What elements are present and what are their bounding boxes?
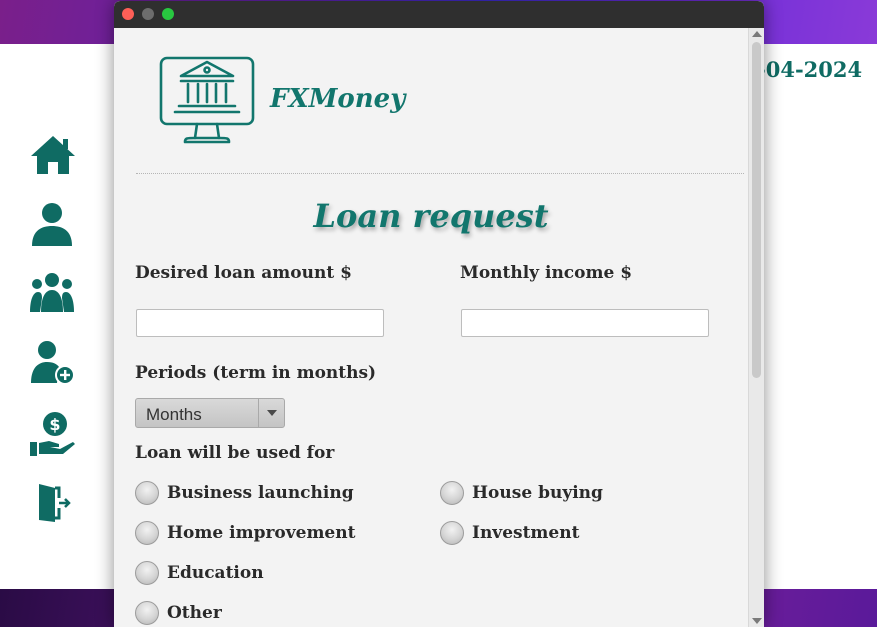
period-label: Periods (term in months) bbox=[135, 363, 377, 383]
add-user-icon[interactable] bbox=[29, 339, 77, 385]
radio-label-investment[interactable]: Investment bbox=[472, 523, 579, 543]
page-title: Loan request bbox=[313, 197, 549, 235]
loan-amount-input[interactable] bbox=[136, 309, 384, 337]
loan-amount-label: Desired loan amount $ bbox=[135, 263, 352, 283]
date-label: -04-2024 bbox=[757, 57, 863, 82]
brand-name: FXMoney bbox=[270, 84, 406, 114]
scroll-up-arrow[interactable] bbox=[752, 31, 762, 37]
radio-label-business-launching[interactable]: Business launching bbox=[167, 483, 354, 503]
logout-icon[interactable] bbox=[29, 480, 77, 526]
svg-text:$: $ bbox=[49, 415, 60, 434]
radio-education[interactable] bbox=[135, 561, 159, 585]
radio-investment[interactable] bbox=[440, 521, 464, 545]
loan-request-window: FXMoney Loan request Desired loan amount… bbox=[114, 1, 764, 627]
monthly-income-label: Monthly income $ bbox=[460, 263, 633, 283]
radio-label-education[interactable]: Education bbox=[167, 563, 264, 583]
minimize-window-button[interactable] bbox=[142, 8, 154, 20]
radio-label-other[interactable]: Other bbox=[167, 603, 222, 623]
scroll-thumb[interactable] bbox=[752, 42, 761, 378]
home-icon[interactable] bbox=[29, 132, 77, 178]
period-select[interactable]: Months bbox=[135, 398, 285, 428]
radio-label-home-improvement[interactable]: Home improvement bbox=[167, 523, 355, 543]
radio-label-house-buying[interactable]: House buying bbox=[472, 483, 603, 503]
bank-monitor-logo-icon bbox=[159, 56, 255, 144]
radio-business-launching[interactable] bbox=[135, 481, 159, 505]
scroll-down-arrow[interactable] bbox=[752, 618, 762, 624]
monthly-income-input[interactable] bbox=[461, 309, 709, 337]
close-window-button[interactable] bbox=[122, 8, 134, 20]
users-group-icon[interactable] bbox=[29, 270, 77, 316]
loan-money-hand-icon[interactable]: $ bbox=[29, 410, 77, 456]
period-select-value: Months bbox=[146, 405, 202, 424]
user-icon[interactable] bbox=[29, 200, 77, 246]
radio-house-buying[interactable] bbox=[440, 481, 464, 505]
period-select-toggle[interactable] bbox=[258, 399, 284, 427]
chevron-down-icon bbox=[267, 410, 277, 416]
radio-other[interactable] bbox=[135, 601, 159, 625]
vertical-scrollbar[interactable] bbox=[748, 28, 764, 627]
header-divider bbox=[136, 173, 744, 174]
window-titlebar[interactable] bbox=[114, 1, 764, 28]
purpose-label: Loan will be used for bbox=[135, 443, 335, 463]
radio-home-improvement[interactable] bbox=[135, 521, 159, 545]
maximize-window-button[interactable] bbox=[162, 8, 174, 20]
